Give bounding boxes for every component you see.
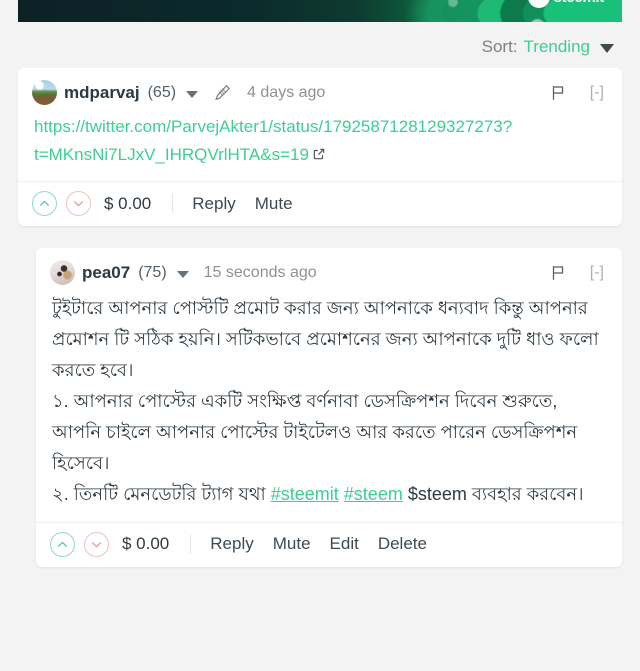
comment-card: mdparvaj (65) 4 days ago [-] https://twi… — [18, 68, 622, 227]
collapse-toggle[interactable]: [-] — [590, 264, 604, 282]
comment-body: https://twitter.com/ParvejAkter1/status/… — [18, 111, 622, 181]
delete-button[interactable]: Delete — [378, 534, 427, 554]
comment-card: pea07 (75) 15 seconds ago [-] টুইটারে আপ… — [36, 248, 622, 567]
comment-body: টুইটারে আপনার পোস্টটি প্রমোট করার জন্য আ… — [36, 291, 622, 522]
comment-header: pea07 (75) 15 seconds ago [-] — [36, 248, 622, 291]
comment-paragraph: ১. আপনার পোস্টের একটি সংক্ষিপ্ত বর্ণনাবা… — [52, 390, 578, 473]
comment-header: mdparvaj (65) 4 days ago [-] — [18, 68, 622, 111]
sort-selected-value[interactable]: Trending — [524, 37, 590, 57]
reply-button[interactable]: Reply — [210, 534, 253, 554]
collapse-toggle[interactable]: [-] — [590, 84, 604, 102]
comment-thread: mdparvaj (65) 4 days ago [-] https://twi… — [0, 68, 640, 567]
steemit-logo[interactable]: steemit — [527, 0, 605, 8]
hashtag-steem[interactable]: #steem — [344, 484, 403, 504]
payout-value[interactable]: $ 0.00 — [122, 534, 169, 554]
sort-label: Sort: — [481, 37, 518, 56]
downvote-button[interactable] — [84, 531, 109, 557]
upvote-button[interactable] — [32, 191, 57, 217]
action-divider — [172, 194, 174, 214]
action-divider — [190, 534, 192, 554]
comment-actions: $ 0.00 Reply Mute Edit Delete — [36, 521, 622, 567]
sort-control[interactable]: Sort: Trending — [0, 26, 640, 68]
payout-value[interactable]: $ 0.00 — [104, 194, 151, 214]
chevron-down-icon[interactable] — [186, 90, 199, 98]
comment-paragraph: টুইটারে আপনার পোস্টটি প্রমোট করার জন্য আ… — [52, 298, 599, 380]
paragraph-text-after: $steem ব্যবহার করবেন। — [402, 483, 584, 504]
edit-button[interactable]: Edit — [330, 534, 359, 554]
comment-paragraph: ২. তিনটি মেনডেটরি ট্যাগ যথা #steemit #st… — [52, 479, 606, 510]
author-reputation: (75) — [138, 263, 167, 281]
comment-author[interactable]: mdparvaj — [64, 83, 140, 103]
comment-author[interactable]: pea07 — [82, 263, 130, 283]
mute-button[interactable]: Mute — [273, 534, 311, 554]
hashtag-steemit[interactable]: #steemit — [271, 484, 339, 504]
steemit-wordmark: steemit — [554, 0, 605, 6]
cover-banner: steemit — [0, 0, 640, 26]
flag-icon[interactable] — [549, 264, 567, 282]
comment-timestamp[interactable]: 15 seconds ago — [204, 264, 317, 282]
paragraph-text-before: ২. তিনটি মেনডেটরি ট্যাগ যথা — [52, 483, 271, 504]
comment-actions: $ 0.00 Reply Mute — [18, 181, 622, 226]
avatar[interactable] — [50, 260, 75, 286]
steemit-logo-icon — [527, 0, 550, 8]
pencil-icon — [213, 83, 232, 102]
external-link-icon[interactable] — [312, 142, 326, 170]
comment-timestamp[interactable]: 4 days ago — [247, 84, 325, 102]
avatar[interactable] — [32, 80, 57, 105]
cover-banner-image: steemit — [18, 0, 622, 22]
chevron-down-icon[interactable] — [176, 270, 189, 278]
reply-button[interactable]: Reply — [192, 194, 235, 214]
chevron-down-icon[interactable] — [600, 43, 614, 53]
mute-button[interactable]: Mute — [255, 194, 293, 214]
comment-link[interactable]: https://twitter.com/ParvejAkter1/status/… — [34, 117, 512, 164]
flag-icon[interactable] — [549, 84, 567, 102]
upvote-button[interactable] — [50, 531, 75, 557]
author-reputation: (65) — [147, 83, 177, 101]
downvote-button[interactable] — [66, 191, 91, 217]
